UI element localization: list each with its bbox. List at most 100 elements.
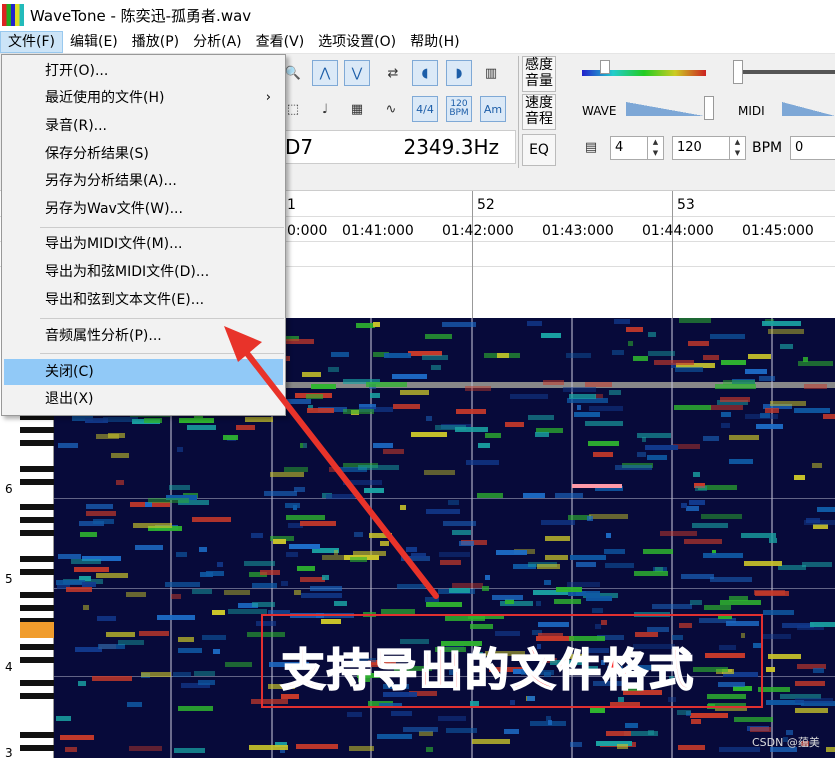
active-key[interactable] [20, 624, 54, 638]
menu-item-save-analysis[interactable]: 保存分析结果(S) [4, 141, 283, 167]
black-key[interactable] [20, 530, 54, 536]
black-key[interactable] [20, 592, 54, 598]
menu-item-export-chord-midi[interactable]: 导出为和弦MIDI文件(D)... [4, 259, 283, 285]
menu-help[interactable]: 帮助(H) [403, 31, 466, 53]
black-key[interactable] [20, 427, 54, 433]
black-key[interactable] [20, 680, 54, 686]
wave-volume-thumb[interactable] [704, 96, 714, 120]
menu-item-close[interactable]: 关闭(C) [4, 359, 283, 385]
spectral-mark [156, 615, 195, 621]
bpm-button[interactable]: 120 BPM [446, 96, 472, 122]
spectral-mark [626, 327, 643, 333]
spectral-mark [459, 541, 474, 547]
menu-view[interactable]: 查看(V) [249, 31, 312, 53]
spectral-mark [192, 517, 231, 523]
menu-item-recent-files[interactable]: 最近使用的文件(H) › [4, 85, 283, 111]
tempo-stepper[interactable]: 120 ▲ ▼ [672, 136, 746, 160]
wave-right-icon[interactable]: ◗ [446, 60, 472, 86]
spectral-mark [701, 514, 743, 520]
spectral-mark [603, 549, 625, 555]
menu-file[interactable]: 文件(F) [0, 30, 63, 53]
peak-down-icon[interactable]: ⋁ [344, 60, 370, 86]
tempo-spin-arrows[interactable]: ▲ ▼ [729, 137, 745, 159]
black-key[interactable] [20, 517, 54, 523]
beats-stepper[interactable]: 4 ▲ ▼ [610, 136, 664, 160]
volume-thumb[interactable] [733, 60, 743, 84]
spectral-mark [402, 727, 438, 733]
time-label: 01:42:000 [442, 223, 514, 239]
menu-item-exit[interactable]: 退出(X) [4, 386, 283, 412]
swap-arrows-icon[interactable]: ⇄ [380, 60, 406, 86]
spectral-mark [326, 494, 356, 500]
spectral-mark [222, 434, 238, 440]
menu-item-open[interactable]: 打开(O)... [4, 58, 283, 84]
black-key[interactable] [20, 440, 54, 446]
menu-item-export-chord-text[interactable]: 导出和弦到文本文件(E)... [4, 287, 283, 313]
menu-analyze[interactable]: 分析(A) [186, 31, 249, 53]
spectral-mark [605, 533, 612, 539]
black-key[interactable] [20, 732, 54, 738]
chord-button[interactable]: Am [480, 96, 506, 122]
offset-input[interactable]: 0 [790, 136, 835, 160]
bar-number: 53 [677, 197, 695, 213]
wave-volume-ramp[interactable] [626, 102, 704, 116]
menu-play[interactable]: 播放(P) [125, 31, 186, 53]
beats-value: 4 [615, 140, 624, 155]
spectral-mark [588, 441, 620, 447]
midi-volume-ramp[interactable] [782, 102, 835, 116]
black-key[interactable] [20, 466, 54, 472]
spectral-mark [628, 340, 633, 346]
black-key[interactable] [20, 556, 54, 562]
book-icon[interactable]: ▥ [478, 60, 504, 86]
peak-up-icon[interactable]: ⋀ [312, 60, 338, 86]
spectral-mark [803, 384, 828, 390]
menu-item-export-midi[interactable]: 导出为MIDI文件(M)... [4, 231, 283, 257]
spectral-mark [505, 422, 525, 428]
menu-item-save-analysis-as[interactable]: 另存为分析结果(A)... [4, 168, 283, 194]
spectral-mark [605, 563, 634, 569]
spectral-mark [438, 552, 470, 558]
black-key[interactable] [20, 644, 54, 650]
spectral-mark [77, 681, 87, 687]
spectral-mark [56, 579, 85, 585]
menu-item-record[interactable]: 录音(R)... [4, 113, 283, 139]
note-icon[interactable]: ♩ [312, 96, 338, 122]
spectral-mark [448, 588, 471, 594]
spectral-mark [748, 354, 772, 360]
black-key[interactable] [20, 605, 54, 611]
spectral-mark [709, 405, 743, 411]
black-key[interactable] [20, 569, 54, 575]
spectral-mark [686, 505, 699, 511]
sensitivity-thumb[interactable] [600, 60, 610, 74]
black-key[interactable] [20, 479, 54, 485]
grid-icon[interactable]: ▦ [344, 96, 370, 122]
eq-label[interactable]: EQ [522, 134, 556, 166]
spectral-mark [723, 379, 755, 385]
spectral-mark [794, 475, 806, 481]
spectral-mark [281, 581, 289, 587]
black-key[interactable] [20, 693, 54, 699]
spectral-mark [674, 405, 712, 411]
spectral-mark [647, 455, 667, 461]
time-signature-button[interactable]: 4/4 [412, 96, 438, 122]
black-key[interactable] [20, 745, 54, 751]
spectral-mark [95, 572, 129, 578]
spectral-mark [399, 504, 406, 510]
spectral-mark [426, 508, 460, 514]
spectral-mark [719, 396, 750, 402]
menu-item-audio-properties[interactable]: 音频属性分析(P)... [4, 323, 283, 349]
spectral-mark [288, 544, 320, 550]
curve-icon[interactable]: ∿ [378, 96, 404, 122]
selected-note[interactable] [572, 484, 622, 488]
menu-item-save-wav-as[interactable]: 另存为Wav文件(W)... [4, 196, 283, 222]
volume-slider[interactable] [735, 70, 835, 74]
beats-spin-arrows[interactable]: ▲ ▼ [647, 137, 663, 159]
menu-options[interactable]: 选项设置(O) [311, 31, 403, 53]
wave-left-icon[interactable]: ◖ [412, 60, 438, 86]
black-key[interactable] [20, 657, 54, 663]
spectral-mark [750, 726, 771, 732]
black-key[interactable] [20, 504, 54, 510]
menu-edit[interactable]: 编辑(E) [63, 31, 125, 53]
spectral-mark [503, 728, 520, 734]
spectral-mark [720, 412, 732, 418]
